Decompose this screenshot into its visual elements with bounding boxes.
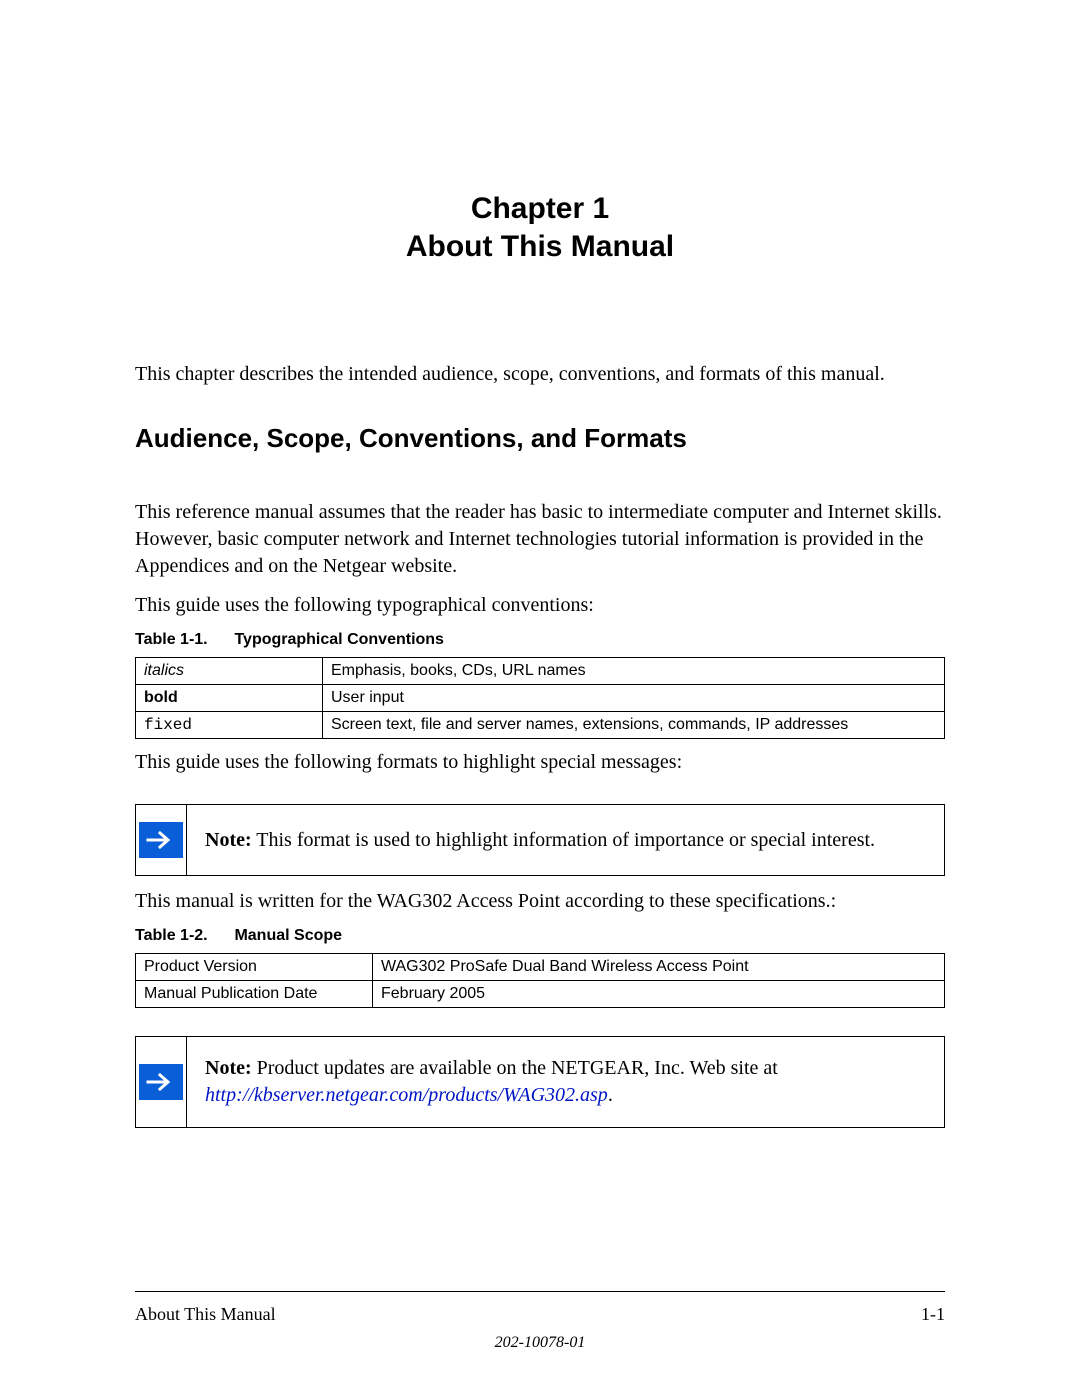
- note-box: Note: This format is used to highlight i…: [135, 804, 945, 876]
- table-cell: WAG302 ProSafe Dual Band Wireless Access…: [373, 954, 945, 981]
- note-prefix: Note:: [205, 1057, 252, 1079]
- body-paragraph: This manual is written for the WAG302 Ac…: [135, 888, 945, 915]
- table-caption: Table 1-2. Manual Scope: [135, 927, 945, 945]
- arrow-right-icon: [139, 822, 183, 858]
- table-cell: User input: [323, 685, 945, 712]
- table-caption: Table 1-1. Typographical Conventions: [135, 631, 945, 649]
- table-row: italics Emphasis, books, CDs, URL names: [136, 658, 945, 685]
- table-cell: Product Version: [136, 954, 373, 981]
- table-row: Manual Publication Date February 2005: [136, 981, 945, 1008]
- section-heading: Audience, Scope, Conventions, and Format…: [135, 423, 945, 454]
- table-title: Manual Scope: [234, 927, 342, 944]
- table-cell: February 2005: [373, 981, 945, 1008]
- table-cell: fixed: [136, 712, 323, 739]
- manual-scope-table: Product Version WAG302 ProSafe Dual Band…: [135, 953, 945, 1008]
- table-cell: Screen text, file and server names, exte…: [323, 712, 945, 739]
- table-cell: Emphasis, books, CDs, URL names: [323, 658, 945, 685]
- chapter-number: Chapter 1: [135, 190, 945, 228]
- table-cell: Manual Publication Date: [136, 981, 373, 1008]
- body-paragraph: This guide uses the following formats to…: [135, 749, 945, 776]
- body-paragraph: This guide uses the following typographi…: [135, 592, 945, 619]
- table-number: Table 1-1.: [135, 631, 230, 649]
- note-text: Product updates are available on the NET…: [252, 1057, 778, 1079]
- table-number: Table 1-2.: [135, 927, 230, 945]
- footer-left: About This Manual: [135, 1304, 276, 1325]
- chapter-title: Chapter 1 About This Manual: [135, 190, 945, 265]
- document-page: Chapter 1 About This Manual This chapter…: [0, 0, 1080, 1397]
- note-text: This format is used to highlight informa…: [252, 829, 875, 851]
- note-icon-cell: [136, 805, 187, 875]
- table-title: Typographical Conventions: [234, 631, 444, 648]
- intro-paragraph: This chapter describes the intended audi…: [135, 360, 945, 388]
- typographical-conventions-table: italics Emphasis, books, CDs, URL names …: [135, 657, 945, 739]
- note-icon-cell: [136, 1037, 187, 1127]
- body-paragraph: This reference manual assumes that the r…: [135, 499, 945, 580]
- note-prefix: Note:: [205, 829, 252, 851]
- table-row: fixed Screen text, file and server names…: [136, 712, 945, 739]
- table-row: Product Version WAG302 ProSafe Dual Band…: [136, 954, 945, 981]
- note-body: Note: This format is used to highlight i…: [187, 805, 944, 875]
- arrow-right-icon: [139, 1064, 183, 1100]
- footer-line: About This Manual 1-1: [135, 1304, 945, 1325]
- document-number: 202-10078-01: [0, 1334, 1080, 1352]
- footer-right: 1-1: [921, 1304, 945, 1325]
- footer-rule: [135, 1291, 945, 1292]
- table-cell: italics: [136, 658, 323, 685]
- table-cell: bold: [136, 685, 323, 712]
- note-body: Note: Product updates are available on t…: [187, 1037, 944, 1127]
- chapter-name: About This Manual: [135, 228, 945, 266]
- note-link[interactable]: http://kbserver.netgear.com/products/WAG…: [205, 1084, 608, 1106]
- note-box: Note: Product updates are available on t…: [135, 1036, 945, 1128]
- note-suffix: .: [608, 1084, 613, 1106]
- table-row: bold User input: [136, 685, 945, 712]
